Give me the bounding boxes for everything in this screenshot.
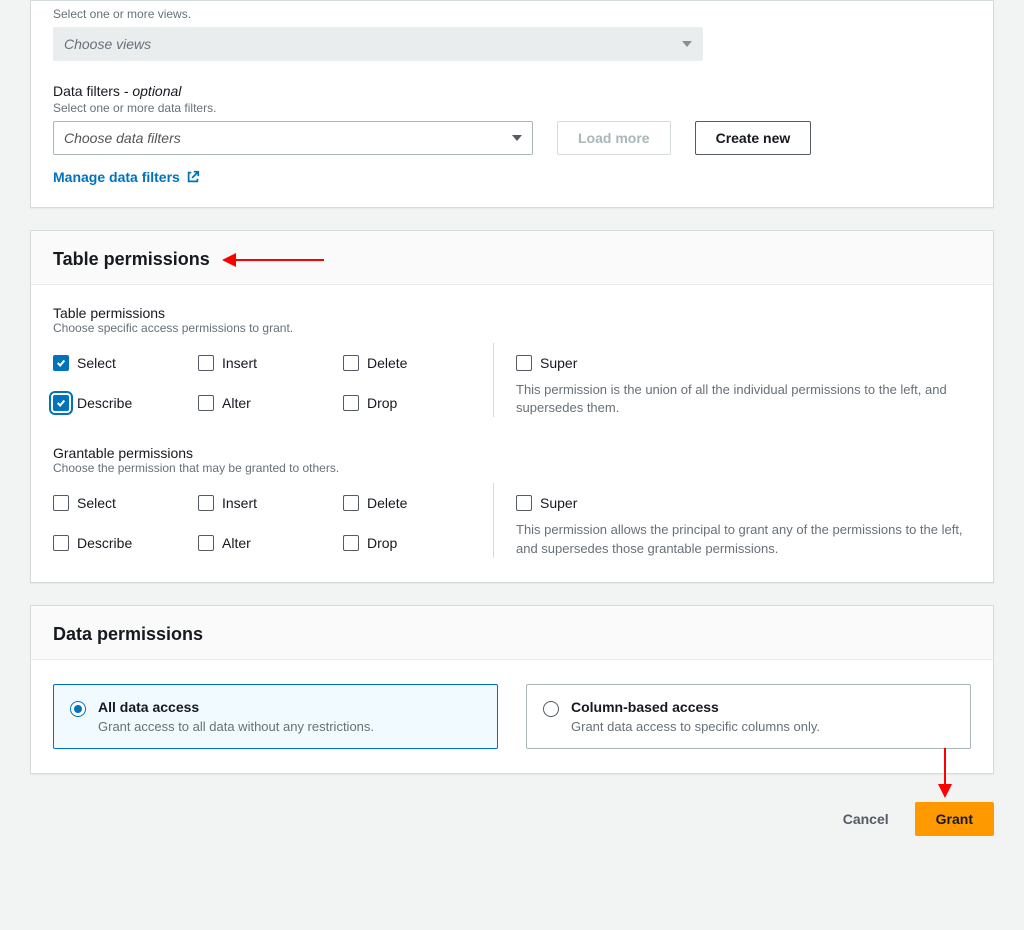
checkbox-describe[interactable]: Describe — [53, 395, 198, 411]
checkbox-icon — [516, 355, 532, 371]
checkbox-drop[interactable]: Drop — [343, 395, 488, 411]
checkbox-icon — [198, 355, 214, 371]
all-data-desc: Grant access to all data without any res… — [98, 719, 374, 734]
radio-icon — [70, 701, 86, 717]
radio-icon — [543, 701, 559, 717]
checkbox-select[interactable]: Select — [53, 355, 198, 371]
checkbox-icon — [343, 495, 359, 511]
grant-checkbox-delete[interactable]: Delete — [343, 495, 488, 511]
checkbox-icon — [53, 355, 69, 371]
choose-views-placeholder: Choose views — [64, 36, 151, 52]
grant-super-description: This permission allows the principal to … — [516, 521, 971, 557]
grant-button[interactable]: Grant — [915, 802, 994, 836]
table-permissions-sub-helper: Choose specific access permissions to gr… — [53, 321, 971, 335]
checkbox-icon — [198, 495, 214, 511]
all-data-title: All data access — [98, 699, 374, 715]
chevron-down-icon — [512, 135, 522, 141]
checkbox-icon — [53, 535, 69, 551]
checkbox-alter[interactable]: Alter — [198, 395, 343, 411]
views-filters-panel: Select one or more views. Choose views D… — [30, 0, 994, 208]
checkbox-super[interactable]: Super — [516, 355, 971, 371]
choose-data-filters-select[interactable]: Choose data filters — [53, 121, 533, 155]
radio-all-data-access[interactable]: All data access Grant access to all data… — [53, 684, 498, 749]
data-filters-helper: Select one or more data filters. — [53, 101, 971, 115]
create-new-button[interactable]: Create new — [695, 121, 812, 155]
checkbox-icon — [343, 535, 359, 551]
annotation-arrow-icon — [224, 259, 324, 261]
checkbox-insert[interactable]: Insert — [198, 355, 343, 371]
checkbox-icon — [53, 495, 69, 511]
choose-views-select[interactable]: Choose views — [53, 27, 703, 61]
external-link-icon — [186, 170, 200, 184]
checkbox-icon — [516, 495, 532, 511]
col-data-desc: Grant data access to specific columns on… — [571, 719, 820, 734]
checkbox-icon — [343, 395, 359, 411]
grant-checkbox-select[interactable]: Select — [53, 495, 198, 511]
choose-data-filters-placeholder: Choose data filters — [64, 130, 181, 146]
checkbox-icon — [343, 355, 359, 371]
table-permissions-sub-title: Table permissions — [53, 305, 971, 321]
grant-checkbox-super[interactable]: Super — [516, 495, 971, 511]
table-permissions-header: Table permissions — [53, 249, 210, 270]
cancel-button[interactable]: Cancel — [831, 802, 901, 836]
checkbox-icon — [198, 535, 214, 551]
annotation-arrow-icon — [944, 748, 946, 796]
grant-checkbox-alter[interactable]: Alter — [198, 535, 343, 551]
views-helper: Select one or more views. — [53, 7, 971, 21]
data-filters-label: Data filters - optional — [53, 83, 971, 99]
manage-data-filters-link[interactable]: Manage data filters — [53, 169, 200, 185]
grant-checkbox-describe[interactable]: Describe — [53, 535, 198, 551]
chevron-down-icon — [682, 41, 692, 47]
grantable-title: Grantable permissions — [53, 445, 971, 461]
grant-checkbox-insert[interactable]: Insert — [198, 495, 343, 511]
checkbox-icon — [198, 395, 214, 411]
checkbox-delete[interactable]: Delete — [343, 355, 488, 371]
grantable-helper: Choose the permission that may be grante… — [53, 461, 971, 475]
data-permissions-panel: Data permissions All data access Grant a… — [30, 605, 994, 774]
load-more-button[interactable]: Load more — [557, 121, 671, 155]
super-description: This permission is the union of all the … — [516, 381, 971, 417]
footer-actions: Cancel Grant — [30, 796, 994, 846]
checkbox-icon — [53, 395, 69, 411]
col-data-title: Column-based access — [571, 699, 820, 715]
table-permissions-panel: Table permissions Table permissions Choo… — [30, 230, 994, 583]
grant-checkbox-drop[interactable]: Drop — [343, 535, 488, 551]
data-permissions-header: Data permissions — [53, 624, 203, 645]
radio-column-based-access[interactable]: Column-based access Grant data access to… — [526, 684, 971, 749]
